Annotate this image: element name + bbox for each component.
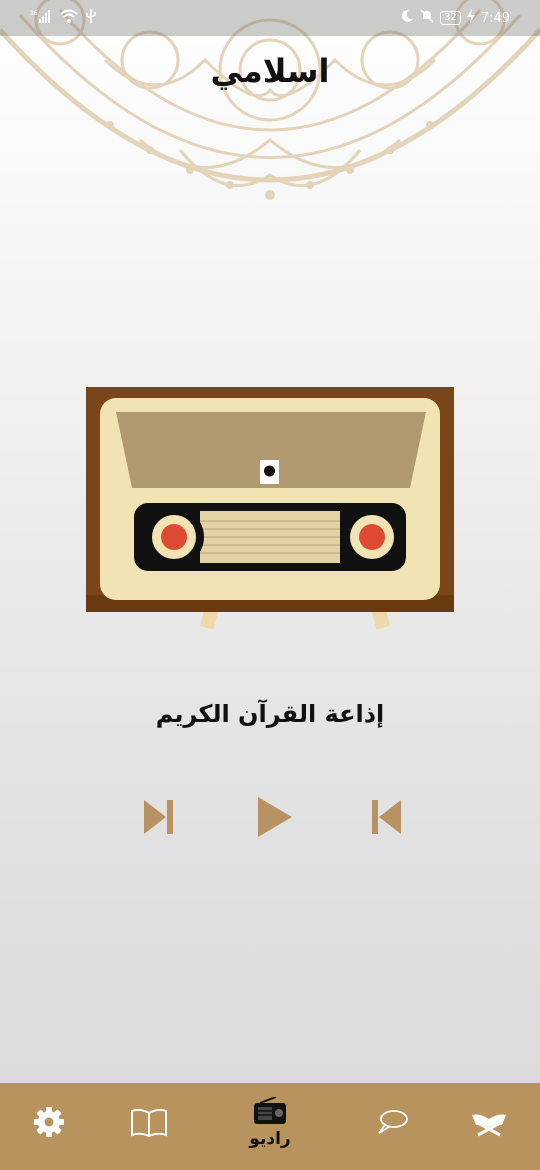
charging-icon — [466, 9, 475, 27]
nav-radio-label: راديو — [249, 1129, 291, 1149]
battery-indicator: 32 — [440, 11, 461, 25]
nav-quran[interactable] — [448, 1083, 528, 1170]
previous-button[interactable] — [364, 795, 408, 839]
mute-bell-icon — [420, 9, 434, 27]
bottom-nav: راديو — [0, 1083, 540, 1170]
status-time: 7:49 — [480, 10, 510, 26]
play-icon — [258, 797, 292, 837]
next-icon — [144, 800, 173, 834]
quran-icon — [472, 1114, 506, 1137]
play-button[interactable] — [252, 795, 296, 839]
svg-text:36: 36 — [30, 10, 38, 17]
station-name: إذاعة القرآن الكريم — [155, 700, 385, 728]
vintage-radio-image — [86, 387, 454, 630]
previous-icon — [372, 800, 401, 834]
nav-chat[interactable] — [352, 1083, 432, 1170]
wifi-icon — [60, 9, 78, 27]
moon-icon — [400, 9, 414, 27]
signal-icon: 36 — [30, 9, 52, 27]
nav-settings[interactable] — [10, 1083, 90, 1170]
radio-icon — [254, 1097, 286, 1124]
nav-radio[interactable]: راديو — [230, 1083, 310, 1170]
usb-icon — [86, 9, 96, 27]
chat-icon — [378, 1110, 408, 1134]
status-bar: 36 32 7:49 — [0, 0, 540, 36]
settings-icon — [34, 1107, 64, 1137]
status-right: 32 7:49 — [400, 9, 510, 27]
next-button[interactable] — [136, 795, 180, 839]
app-title: اسلامي — [210, 52, 330, 90]
status-left: 36 — [30, 9, 96, 27]
nav-book[interactable] — [108, 1083, 188, 1170]
book-icon — [131, 1108, 167, 1138]
